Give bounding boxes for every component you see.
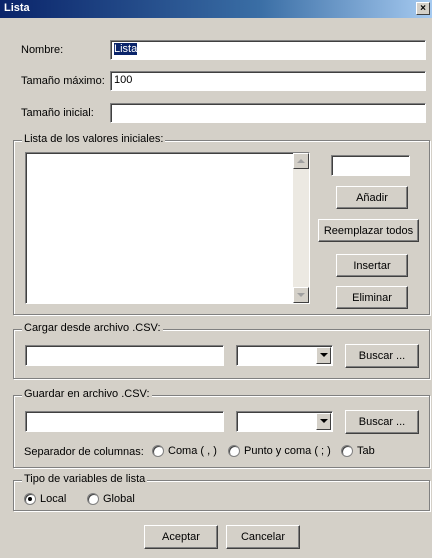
aceptar-button[interactable]: Aceptar: [144, 525, 218, 549]
radio-button-coma[interactable]: [152, 445, 164, 457]
radio-tab[interactable]: Tab: [341, 445, 375, 457]
radio-coma-label: Coma ( , ): [168, 445, 217, 457]
guardar-group-title: Guardar en archivo .CSV:: [22, 388, 152, 400]
radio-global-label: Global: [103, 493, 135, 505]
cargar-group-title: Cargar desde archivo .CSV:: [22, 322, 163, 334]
radio-button-global[interactable]: [87, 493, 99, 505]
valores-scrollbar[interactable]: [293, 153, 309, 303]
radio-tab-label: Tab: [357, 445, 375, 457]
anadir-button[interactable]: Añadir: [336, 186, 408, 209]
window-title: Lista: [4, 2, 30, 14]
radio-local[interactable]: Local: [24, 493, 66, 505]
radio-local-label: Local: [40, 493, 67, 505]
nombre-field[interactable]: Lista: [110, 40, 426, 60]
valor-input[interactable]: [331, 155, 410, 176]
radio-button-tab[interactable]: [341, 445, 353, 457]
radio-punto-y-coma[interactable]: Punto y coma ( ; ): [228, 445, 331, 457]
radio-punto-y-coma-label: Punto y coma ( ; ): [244, 445, 331, 457]
tipo-group: Tipo de variables de lista: [13, 473, 430, 511]
separador-label: Separador de columnas:: [24, 446, 144, 458]
close-icon[interactable]: ×: [416, 2, 430, 15]
valores-list[interactable]: [25, 152, 310, 304]
reemplazar-todos-button[interactable]: Reemplazar todos: [318, 219, 419, 242]
tamano-inicial-field[interactable]: [110, 103, 426, 123]
tamano-inicial-label: Tamaño inicial:: [21, 107, 94, 119]
chevron-down-icon[interactable]: [316, 413, 331, 430]
guardar-file-select[interactable]: [236, 411, 333, 432]
insertar-button[interactable]: Insertar: [336, 254, 408, 277]
chevron-down-icon[interactable]: [316, 347, 331, 364]
cargar-path-input[interactable]: [25, 345, 224, 366]
nombre-label: Nombre:: [21, 44, 64, 56]
radio-global[interactable]: Global: [87, 493, 135, 505]
cargar-file-select[interactable]: [236, 345, 333, 366]
title-bar: Lista ×: [0, 0, 432, 18]
nombre-value: Lista: [114, 43, 138, 55]
cancelar-button[interactable]: Cancelar: [226, 525, 300, 549]
radio-coma[interactable]: Coma ( , ): [152, 445, 217, 457]
tipo-group-title: Tipo de variables de lista: [22, 473, 148, 485]
scroll-down-icon[interactable]: [293, 287, 309, 303]
guardar-buscar-button[interactable]: Buscar ...: [345, 410, 419, 434]
cargar-buscar-button[interactable]: Buscar ...: [345, 344, 419, 368]
radio-button-local[interactable]: [24, 493, 36, 505]
valores-group-title: Lista de los valores iniciales:: [22, 133, 166, 145]
scroll-up-icon[interactable]: [293, 153, 309, 169]
guardar-path-input[interactable]: [25, 411, 224, 432]
tamano-maximo-label: Tamaño máximo:: [21, 75, 105, 87]
eliminar-button[interactable]: Eliminar: [336, 286, 408, 309]
tamano-maximo-field[interactable]: 100: [110, 71, 426, 91]
radio-button-punto-y-coma[interactable]: [228, 445, 240, 457]
